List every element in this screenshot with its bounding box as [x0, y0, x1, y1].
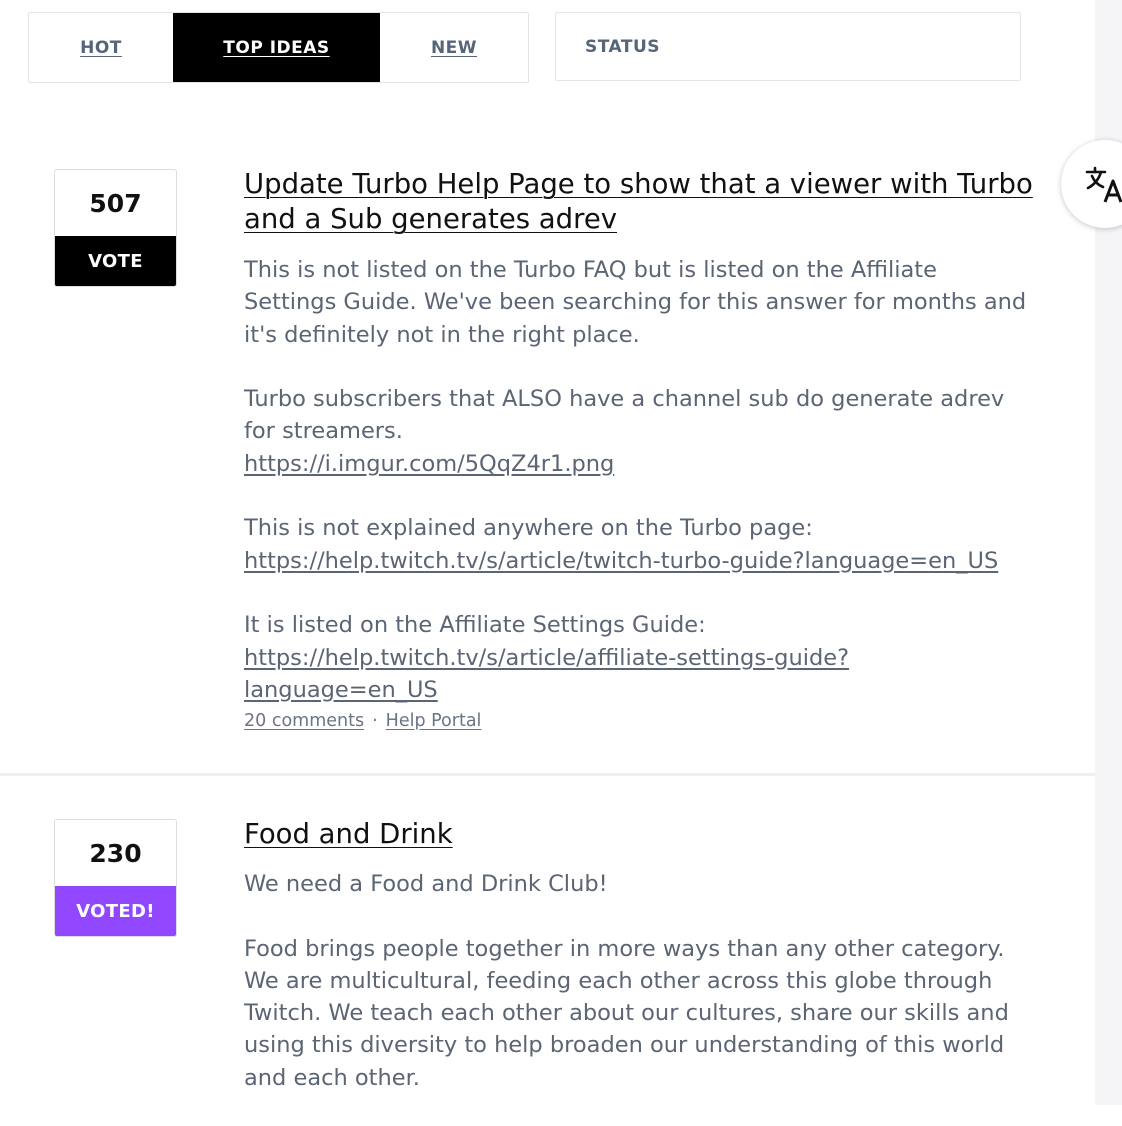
- voted-button[interactable]: VOTED!: [55, 886, 176, 936]
- vote-widget: 507 VOTE: [54, 169, 177, 287]
- description-paragraph: It is listed on the Affiliate Settings G…: [244, 609, 1034, 706]
- meta-separator: ·: [372, 711, 378, 731]
- comments-link[interactable]: 20 comments: [244, 711, 364, 731]
- status-filter-label: STATUS: [585, 36, 661, 57]
- vote-count: 230: [89, 838, 142, 868]
- tab-hot[interactable]: HOT: [29, 13, 173, 82]
- idea-item: 507 VOTE Update Turbo Help Page to show …: [0, 140, 1095, 773]
- description-paragraph: Turbo subscribers that ALSO have a chann…: [244, 383, 1034, 480]
- description-text: Turbo subscribers that ALSO have a chann…: [244, 386, 1005, 445]
- translate-icon: [1085, 166, 1122, 203]
- description-paragraph: We need a Food and Drink Club!: [244, 871, 608, 897]
- vote-button[interactable]: VOTE: [55, 236, 176, 286]
- idea-item: 230 VOTED! Food and Drink We need a Food…: [0, 776, 1095, 1105]
- idea-title-link[interactable]: Food and Drink: [244, 817, 1034, 852]
- idea-title-link[interactable]: Update Turbo Help Page to show that a vi…: [244, 167, 1034, 237]
- description-paragraph: This is not explained anywhere on the Tu…: [244, 512, 1034, 577]
- description-paragraph: This is not listed on the Turbo FAQ but …: [244, 257, 1027, 348]
- idea-description: We need a Food and Drink Club! Food brin…: [244, 868, 1034, 1126]
- vote-count: 507: [89, 188, 142, 218]
- main-content: HOT TOP IDEAS NEW STATUS 507 VOTE Update…: [0, 0, 1095, 1105]
- sort-tabs: HOT TOP IDEAS NEW: [28, 12, 529, 83]
- turbo-guide-link[interactable]: https://help.twitch.tv/s/article/twitch-…: [244, 548, 998, 574]
- affiliate-guide-link[interactable]: https://help.twitch.tv/s/article/affilia…: [244, 645, 849, 703]
- idea-description: This is not listed on the Turbo FAQ but …: [244, 254, 1034, 738]
- tab-new[interactable]: NEW: [380, 13, 528, 82]
- status-filter-dropdown[interactable]: STATUS: [555, 12, 1021, 81]
- image-link[interactable]: https://i.imgur.com/5QqZ4r1.png: [244, 451, 614, 477]
- description-text: This is not explained anywhere on the Tu…: [244, 515, 813, 542]
- description-text: It is listed on the Affiliate Settings G…: [244, 612, 706, 639]
- category-link[interactable]: Help Portal: [386, 711, 482, 731]
- idea-meta: 20 comments · Help Portal: [244, 709, 481, 733]
- tab-top-ideas[interactable]: TOP IDEAS: [173, 13, 380, 82]
- vote-widget: 230 VOTED!: [54, 819, 177, 937]
- description-paragraph: Food brings people together in more ways…: [244, 935, 1009, 1091]
